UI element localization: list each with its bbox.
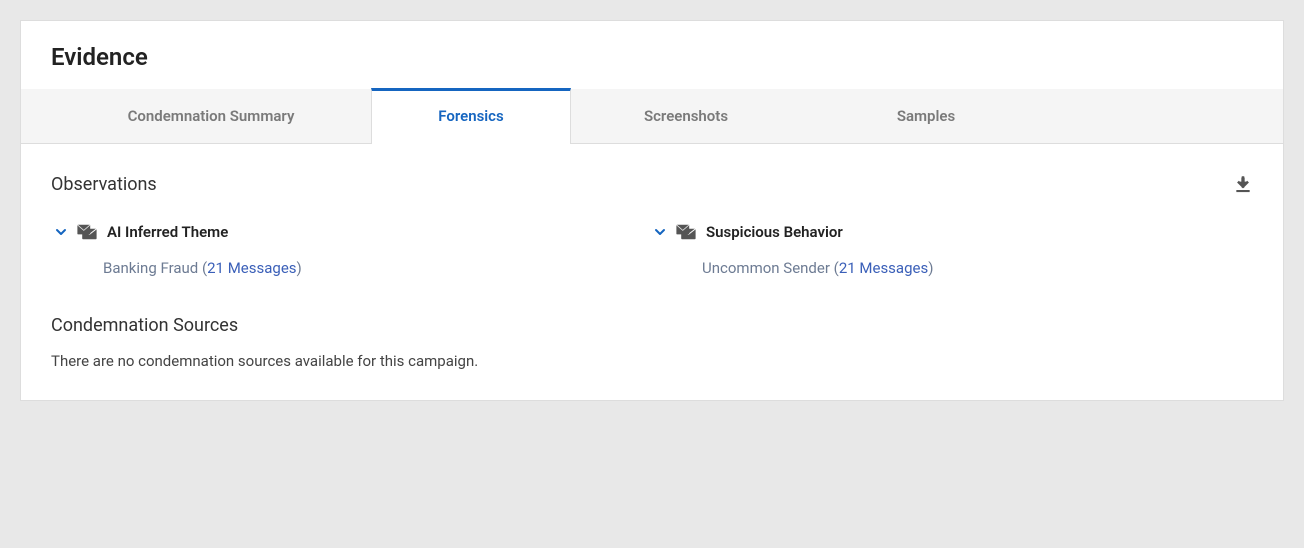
observations-grid: AI Inferred Theme Banking Fraud (21 Mess… bbox=[51, 223, 1253, 277]
observation-group-title: AI Inferred Theme bbox=[107, 223, 228, 241]
page-title: Evidence bbox=[51, 43, 1253, 71]
observation-item: Uncommon Sender (21 Messages) bbox=[654, 259, 1253, 277]
observation-header: AI Inferred Theme bbox=[55, 223, 654, 241]
download-icon[interactable] bbox=[1233, 175, 1253, 195]
tab-samples[interactable]: Samples bbox=[801, 89, 1051, 143]
condemnation-sources-title: Condemnation Sources bbox=[51, 315, 1253, 336]
observation-header: Suspicious Behavior bbox=[654, 223, 1253, 241]
paren-close: ) bbox=[928, 259, 933, 277]
observation-count-link[interactable]: 21 Messages bbox=[207, 259, 296, 277]
observation-item-label: Uncommon Sender bbox=[702, 259, 830, 277]
observation-group-suspicious-behavior: Suspicious Behavior Uncommon Sender (21 … bbox=[654, 223, 1253, 277]
tab-content: Observations bbox=[21, 144, 1283, 400]
tab-label: Forensics bbox=[438, 107, 503, 125]
observation-item-label: Banking Fraud bbox=[103, 259, 198, 277]
evidence-card: Evidence Condemnation Summary Forensics … bbox=[20, 20, 1284, 401]
tab-label: Samples bbox=[897, 107, 955, 125]
tab-label: Condemnation Summary bbox=[128, 107, 295, 125]
category-icon bbox=[676, 224, 696, 240]
tab-condemnation-summary[interactable]: Condemnation Summary bbox=[51, 89, 371, 143]
condemnation-sources-section: Condemnation Sources There are no condem… bbox=[51, 315, 1253, 370]
card-header: Evidence bbox=[21, 21, 1283, 89]
tabs: Condemnation Summary Forensics Screensho… bbox=[21, 89, 1283, 144]
observations-title: Observations bbox=[51, 174, 157, 195]
paren-close: ) bbox=[297, 259, 302, 277]
tab-label: Screenshots bbox=[644, 107, 728, 125]
observation-group-title: Suspicious Behavior bbox=[706, 223, 843, 241]
tab-screenshots[interactable]: Screenshots bbox=[571, 89, 801, 143]
condemnation-sources-empty-text: There are no condemnation sources availa… bbox=[51, 352, 1253, 370]
chevron-down-icon[interactable] bbox=[654, 226, 666, 238]
chevron-down-icon[interactable] bbox=[55, 226, 67, 238]
observations-header-row: Observations bbox=[51, 174, 1253, 195]
observation-group-ai-theme: AI Inferred Theme Banking Fraud (21 Mess… bbox=[55, 223, 654, 277]
observation-item: Banking Fraud (21 Messages) bbox=[55, 259, 654, 277]
category-icon bbox=[77, 224, 97, 240]
observation-count-link[interactable]: 21 Messages bbox=[839, 259, 928, 277]
tab-forensics[interactable]: Forensics bbox=[371, 88, 571, 144]
